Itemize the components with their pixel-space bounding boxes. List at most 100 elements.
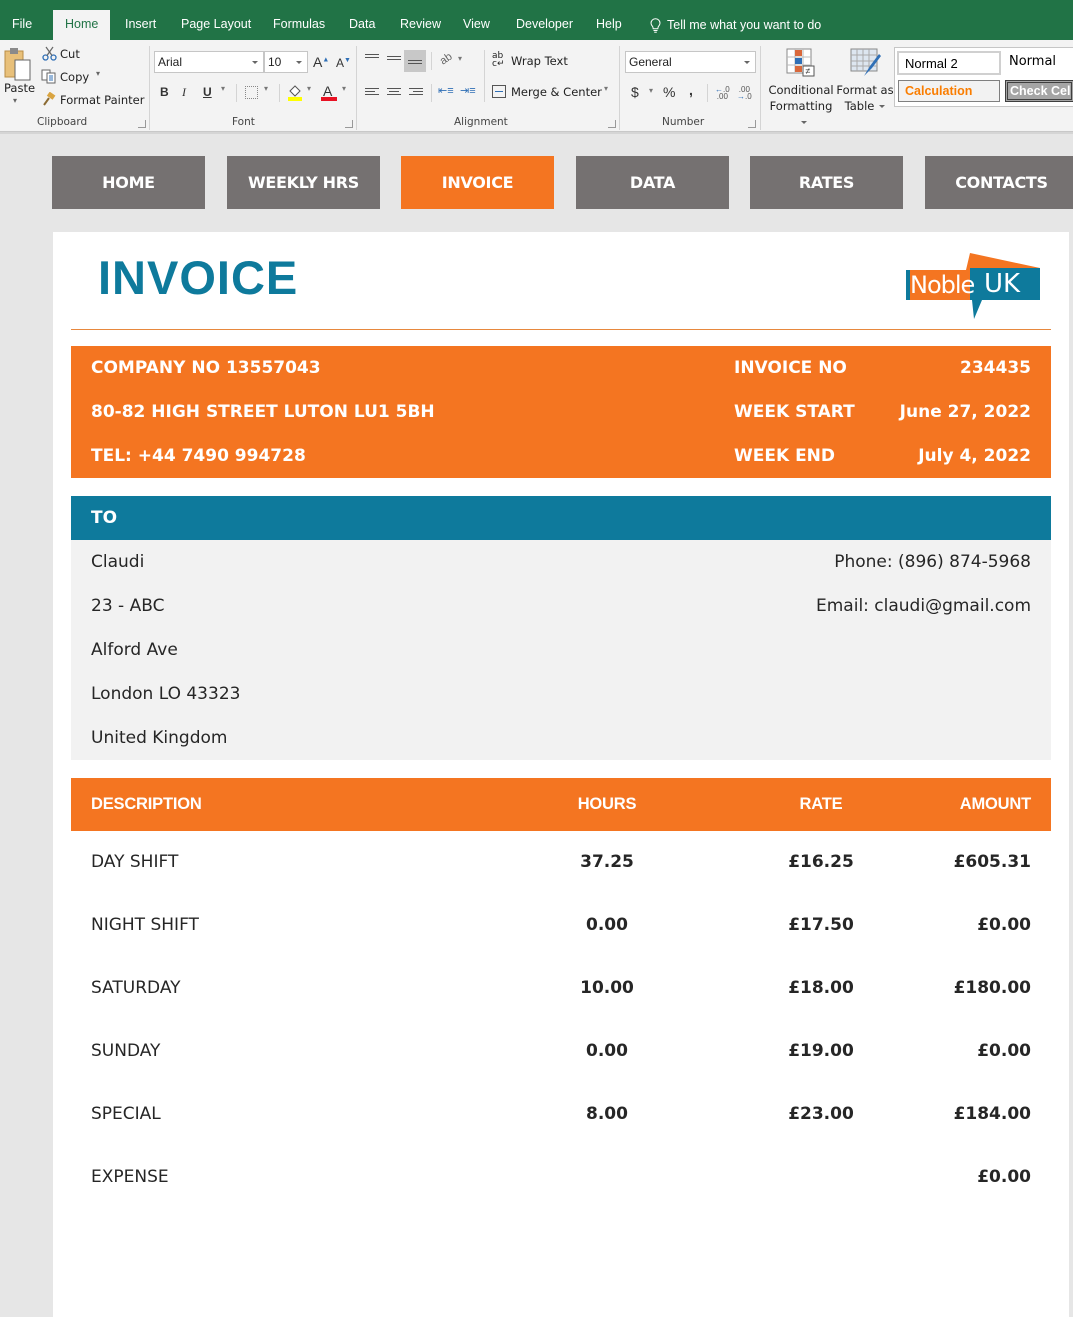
- comma-button[interactable]: ,: [689, 82, 693, 98]
- tab-insert[interactable]: Insert: [113, 10, 168, 40]
- line-item-hours: 0.00: [586, 915, 628, 935]
- currency-dropdown-icon[interactable]: ▾: [649, 86, 653, 95]
- conditional-formatting-button[interactable]: ≠ Conditional Formatting: [766, 46, 836, 124]
- nav-contacts-button[interactable]: CONTACTS: [925, 156, 1073, 209]
- bill-to-heading: TO: [71, 496, 1051, 540]
- line-items-header: DESCRIPTION HOURS RATE AMOUNT: [71, 778, 1051, 831]
- invoice-sheet: INVOICE Noble UK COMPANY NO 13557043 80-…: [53, 232, 1069, 1317]
- align-middle-icon[interactable]: [387, 56, 401, 66]
- tab-review[interactable]: Review: [388, 10, 453, 40]
- paste-label[interactable]: Paste: [4, 81, 35, 95]
- borders-icon[interactable]: [245, 86, 258, 99]
- chevron-down-icon: [252, 61, 258, 64]
- bold-button[interactable]: B: [160, 85, 169, 99]
- separator: [484, 50, 485, 102]
- scissors-icon: [42, 46, 57, 61]
- line-item-amount: £0.00: [977, 1167, 1031, 1187]
- ribbon-tab-bar: File Home Insert Page Layout Formulas Da…: [0, 0, 1073, 40]
- line-item-description: SUNDAY: [91, 1041, 161, 1061]
- font-color-dropdown-icon[interactable]: ▾: [342, 84, 346, 93]
- format-as-table-label-1: Format as: [836, 83, 894, 97]
- nav-home-button[interactable]: HOME: [52, 156, 205, 209]
- align-center-icon[interactable]: [387, 88, 401, 98]
- line-item-amount: £0.00: [977, 915, 1031, 935]
- fill-color-button[interactable]: [287, 83, 303, 101]
- week-start-label: WEEK START: [734, 402, 855, 422]
- lightbulb-icon: [650, 17, 661, 33]
- company-number: COMPANY NO 13557043: [91, 358, 321, 378]
- increase-indent-icon[interactable]: ⇥≡: [460, 84, 476, 97]
- tab-help[interactable]: Help: [584, 10, 634, 40]
- align-bottom-button[interactable]: [404, 50, 426, 72]
- conditional-formatting-label-2: Formatting: [766, 98, 836, 130]
- paste-dropdown-icon[interactable]: ▾: [13, 96, 17, 105]
- line-item-hours: 8.00: [586, 1104, 628, 1124]
- borders-dropdown-icon[interactable]: ▾: [264, 84, 268, 93]
- line-item-hours: 37.25: [580, 852, 634, 872]
- font-group-label: Font: [232, 116, 255, 128]
- currency-button[interactable]: $: [631, 84, 639, 100]
- line-item-amount: £180.00: [953, 978, 1031, 998]
- paste-icon: [4, 48, 31, 81]
- cut-label: Cut: [60, 47, 80, 61]
- line-item-row: SPECIAL 8.00 £23.00 £184.00: [71, 1083, 1051, 1146]
- svg-text:≠: ≠: [806, 66, 811, 76]
- merge-dropdown-icon[interactable]: ▾: [604, 84, 608, 93]
- format-as-table-button[interactable]: Format as Table: [836, 46, 894, 116]
- tab-page-layout[interactable]: Page Layout: [169, 10, 263, 40]
- decrease-indent-icon[interactable]: ⇤≡: [438, 84, 454, 97]
- orientation-dropdown-icon[interactable]: ▾: [458, 54, 462, 63]
- paste-button[interactable]: [3, 46, 33, 86]
- clipboard-group-label: Clipboard: [37, 116, 88, 128]
- alignment-dialog-launcher[interactable]: [608, 120, 616, 128]
- nav-weekly-hrs-button[interactable]: WEEKLY HRS: [227, 156, 380, 209]
- wrap-text-label: Wrap Text: [511, 54, 568, 68]
- style-check-cell[interactable]: Check Cell: [1005, 80, 1073, 102]
- nav-data-button[interactable]: DATA: [576, 156, 729, 209]
- tab-data[interactable]: Data: [337, 10, 387, 40]
- conditional-formatting-icon: ≠: [786, 48, 815, 77]
- font-color-button[interactable]: A: [321, 83, 337, 101]
- chevron-down-icon: [296, 61, 302, 64]
- tab-home[interactable]: Home: [53, 10, 111, 40]
- group-divider: [356, 46, 357, 130]
- font-dialog-launcher[interactable]: [345, 120, 353, 128]
- style-calculation[interactable]: Calculation: [898, 80, 1000, 102]
- line-item-rate: £18.00: [788, 978, 854, 998]
- nav-rates-button[interactable]: RATES: [750, 156, 903, 209]
- orientation-icon[interactable]: ab: [438, 51, 455, 68]
- align-left-icon[interactable]: [365, 88, 379, 98]
- underline-dropdown-icon[interactable]: ▾: [221, 84, 225, 93]
- merge-center-label: Merge & Center: [511, 85, 602, 99]
- align-top-icon[interactable]: [365, 54, 379, 64]
- font-name-combo[interactable]: Arial: [154, 51, 264, 73]
- tab-view[interactable]: View: [451, 10, 502, 40]
- percent-button[interactable]: %: [663, 84, 675, 100]
- nav-invoice-button[interactable]: INVOICE: [401, 156, 554, 209]
- underline-button[interactable]: U: [203, 85, 212, 99]
- separator: [431, 52, 432, 70]
- style-normal-2[interactable]: Normal 2: [897, 51, 1001, 75]
- font-size-combo[interactable]: 10: [264, 51, 308, 73]
- number-dialog-launcher[interactable]: [748, 120, 756, 128]
- alignment-group-label: Alignment: [454, 116, 508, 128]
- align-right-icon[interactable]: [409, 88, 423, 98]
- decrease-decimal-icon[interactable]: .00 →.0: [737, 86, 752, 101]
- clipboard-dialog-launcher[interactable]: [138, 120, 146, 128]
- grow-font-button[interactable]: A▲: [313, 54, 329, 70]
- shrink-font-button[interactable]: A▼: [336, 56, 351, 70]
- increase-decimal-icon[interactable]: ←.0.00: [715, 86, 730, 101]
- line-item-description: SATURDAY: [91, 978, 181, 998]
- number-format-combo[interactable]: General: [625, 51, 756, 73]
- style-normal[interactable]: Normal: [1003, 51, 1073, 75]
- line-item-amount: £184.00: [953, 1104, 1031, 1124]
- line-item-row: SUNDAY 0.00 £19.00 £0.00: [71, 1020, 1051, 1083]
- tab-formulas[interactable]: Formulas: [261, 10, 337, 40]
- italic-button[interactable]: I: [182, 85, 186, 100]
- tab-developer[interactable]: Developer: [504, 10, 585, 40]
- tell-me-search[interactable]: Tell me what you want to do: [638, 10, 833, 40]
- line-item-description: SPECIAL: [91, 1104, 161, 1124]
- copy-dropdown-icon[interactable]: ▾: [96, 69, 100, 78]
- tab-file[interactable]: File: [0, 10, 44, 40]
- fill-color-dropdown-icon[interactable]: ▾: [307, 84, 311, 93]
